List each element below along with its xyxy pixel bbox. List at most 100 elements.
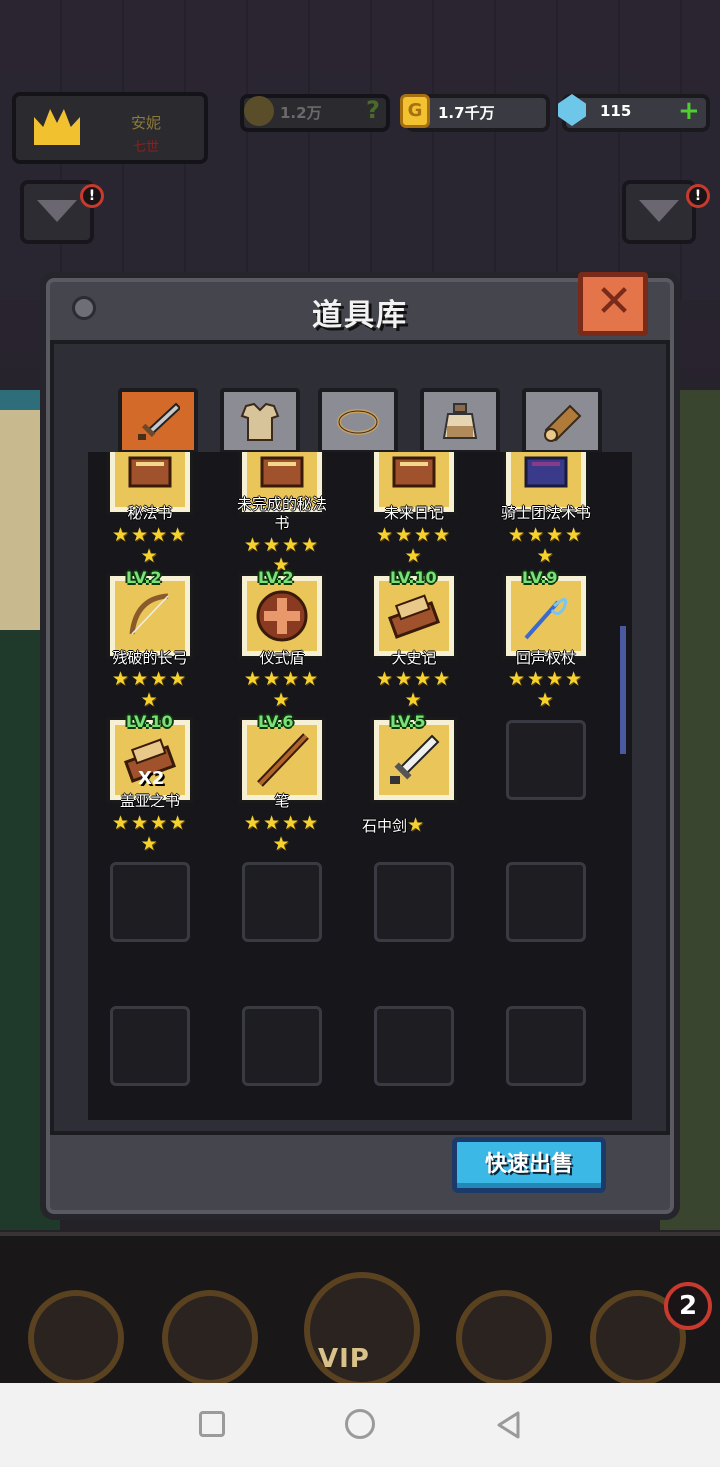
gem-value: 115 bbox=[600, 102, 632, 120]
item-stars: ★ bbox=[536, 689, 556, 711]
player-title: 七世 bbox=[132, 140, 159, 155]
item-count: X2 bbox=[138, 768, 165, 789]
power-icon bbox=[244, 96, 274, 126]
item-level: LV.10 bbox=[126, 712, 173, 731]
scroll-book-icon bbox=[387, 594, 441, 639]
item-stars: ★★★★ bbox=[507, 668, 585, 690]
potion-icon bbox=[442, 403, 478, 439]
tab-armor[interactable] bbox=[220, 388, 300, 454]
left-alert-badge: ! bbox=[80, 184, 104, 208]
bow-icon bbox=[129, 593, 169, 635]
empty-slot[interactable] bbox=[374, 862, 454, 942]
empty-slot[interactable] bbox=[242, 862, 322, 942]
sword-in-stone-icon bbox=[390, 734, 440, 784]
empty-slot[interactable] bbox=[374, 1006, 454, 1086]
item-level: LV.2 bbox=[126, 568, 162, 587]
item-stars: ★★★★ bbox=[111, 668, 189, 690]
item-cell[interactable]: LV.2 bbox=[107, 568, 193, 659]
vip-label: VIP bbox=[318, 1344, 370, 1374]
inventory-count-badge: 2 bbox=[664, 1282, 712, 1330]
add-gems-button[interactable]: + bbox=[678, 96, 700, 126]
tab-rings[interactable] bbox=[318, 388, 398, 454]
empty-slot[interactable] bbox=[506, 1006, 586, 1086]
item-cell[interactable]: LV.10 X2 bbox=[107, 712, 193, 803]
item-cell[interactable]: LV.6 bbox=[239, 712, 325, 803]
staff-icon bbox=[524, 598, 568, 640]
power-help-button[interactable]: ? bbox=[366, 96, 380, 124]
shield-icon bbox=[256, 590, 308, 642]
item-level: LV.6 bbox=[258, 712, 294, 731]
tab-weapons[interactable] bbox=[118, 388, 198, 454]
empty-slot[interactable] bbox=[506, 720, 586, 800]
item-name: 未完成的秘法 bbox=[236, 495, 327, 513]
shop-nav-button[interactable] bbox=[28, 1290, 124, 1386]
item-cell[interactable]: LV.10 bbox=[371, 568, 457, 659]
empty-slot[interactable] bbox=[506, 862, 586, 942]
item-stars: ★ bbox=[272, 833, 292, 855]
item-grid: 秘法书 ★★★★ ★ 未完成的秘法 书 ★★★★ ★ 未来日记 ★★★★ ★ 骑… bbox=[88, 452, 632, 1120]
grid-scrollbar[interactable] bbox=[620, 626, 626, 754]
empty-slot[interactable] bbox=[110, 1006, 190, 1086]
item-stars: ★★★★ bbox=[507, 524, 585, 546]
item-level: LV.2 bbox=[258, 568, 294, 587]
spellbook-icon bbox=[260, 456, 304, 488]
pen-icon bbox=[257, 733, 309, 787]
item-level: LV.10 bbox=[390, 568, 437, 587]
item-stars: ★ bbox=[272, 689, 292, 711]
item-name: 回声权杖 bbox=[515, 649, 576, 667]
panel-rivet bbox=[72, 296, 96, 320]
item-stars: ★ bbox=[140, 833, 160, 855]
gold-coin-icon: G bbox=[400, 94, 430, 128]
item-stars: ★★★★ bbox=[111, 812, 189, 834]
player-name: 安妮 bbox=[130, 114, 161, 132]
item-stars: ★ bbox=[140, 689, 160, 711]
item-name: 笔 bbox=[274, 792, 290, 810]
spellbook-blue-icon bbox=[524, 456, 568, 488]
item-name: 仪式盾 bbox=[259, 649, 305, 667]
item-stars: ★★★★ bbox=[243, 534, 321, 556]
item-level: LV.5 bbox=[390, 712, 426, 731]
item-name: 大史记 bbox=[391, 649, 437, 667]
item-cell[interactable]: LV.5 bbox=[371, 712, 457, 803]
sword-icon bbox=[138, 402, 180, 440]
quick-sell-label: 快速出售 bbox=[484, 1152, 573, 1177]
item-cell[interactable] bbox=[107, 452, 193, 515]
recents-button[interactable] bbox=[199, 1411, 225, 1437]
right-alert-badge: ! bbox=[686, 184, 710, 208]
item-name: 残破的长弓 bbox=[112, 649, 188, 667]
tab-materials[interactable] bbox=[522, 388, 602, 454]
craft-nav-button[interactable] bbox=[162, 1290, 258, 1386]
item-stars: ★ bbox=[536, 545, 556, 567]
item-cell[interactable] bbox=[503, 452, 589, 515]
forge-nav-button[interactable] bbox=[456, 1290, 552, 1386]
diary-icon bbox=[392, 456, 436, 488]
item-stars: ★★★★ bbox=[111, 524, 189, 546]
item-cell[interactable]: LV.9 bbox=[503, 568, 589, 659]
close-icon: ✕ bbox=[595, 276, 633, 327]
power-value: 1.2万 bbox=[280, 104, 322, 122]
item-stars: ★ bbox=[404, 689, 424, 711]
armor-icon bbox=[240, 402, 280, 441]
item-name: 石中剑★ bbox=[329, 814, 459, 836]
tab-potions[interactable] bbox=[420, 388, 500, 454]
item-name: 书 bbox=[274, 514, 290, 532]
spellbook-icon bbox=[128, 456, 172, 488]
dialog-title: 道具库 bbox=[312, 298, 408, 333]
home-button[interactable] bbox=[345, 1409, 375, 1439]
item-stars: ★★★★ bbox=[375, 524, 453, 546]
item-name: 盖亚之书 bbox=[119, 792, 180, 810]
item-name-text: 石中剑 bbox=[361, 817, 407, 835]
item-stars: ★ bbox=[140, 545, 160, 567]
item-stars: ★★★★ bbox=[243, 812, 321, 834]
log-icon bbox=[544, 404, 582, 442]
empty-slot[interactable] bbox=[110, 862, 190, 942]
back-button[interactable] bbox=[496, 1410, 522, 1440]
empty-slot[interactable] bbox=[242, 1006, 322, 1086]
item-stars: ★★★★ bbox=[375, 668, 453, 690]
gold-value: 1.7千万 bbox=[438, 104, 495, 122]
item-name: 未来日记 bbox=[383, 504, 444, 522]
item-name: 秘法书 bbox=[127, 504, 173, 522]
item-cell[interactable] bbox=[371, 452, 457, 515]
item-cell[interactable]: LV.2 bbox=[239, 568, 325, 659]
item-name: 骑士团法术书 bbox=[500, 504, 591, 522]
